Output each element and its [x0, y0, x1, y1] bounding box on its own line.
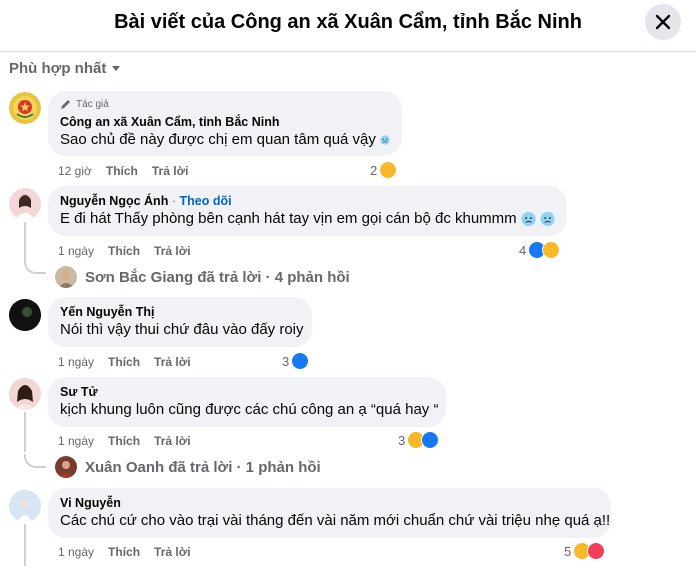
like-button[interactable]: Thích — [108, 244, 140, 258]
like-button[interactable]: Thích — [108, 434, 140, 448]
comment-actions: 1 ngày Thích Trả lời — [58, 545, 191, 559]
comment-text: kịch khung luôn cũng được các chú công a… — [60, 401, 439, 418]
reply-summary-text: Xuân Oanh đã trả lời · 1 phản hồi — [85, 458, 321, 476]
close-button[interactable] — [645, 4, 681, 40]
comment-actions: 12 giờ Thích Trả lời — [58, 164, 188, 178]
comment-bubble: Yến Nguyễn Thị Nói thì vậy thui chứ đâu … — [48, 297, 312, 347]
reply-button[interactable]: Trả lời — [154, 244, 191, 258]
thread-connector — [24, 454, 46, 468]
pencil-icon — [61, 100, 70, 109]
follow-button[interactable]: Theo dõi — [179, 194, 231, 208]
comment-text: E đi hát Thấy phòng bên cạnh hát tay vịn… — [60, 210, 517, 227]
cold-sweat-emoji-icon — [521, 211, 536, 227]
like-reaction-icon — [291, 352, 310, 370]
view-replies-link[interactable]: Xuân Oanh đã trả lời · 1 phản hồi — [55, 456, 321, 478]
profile-photo-icon — [15, 194, 35, 220]
author-badge-label: Tác giả — [76, 98, 109, 110]
comment-text: Nói thì vậy thui chứ đâu vào đấy roiy — [60, 321, 304, 338]
thread-line — [24, 524, 26, 566]
caret-down-icon — [112, 65, 121, 71]
comment-time[interactable]: 1 ngày — [58, 355, 94, 369]
thread-line — [24, 222, 26, 262]
comment-author-name[interactable]: Vi Nguyễn — [60, 496, 121, 510]
avatar[interactable] — [9, 92, 41, 124]
reply-button[interactable]: Trả lời — [152, 164, 189, 178]
reply-avatar — [55, 266, 77, 288]
like-reaction-icon — [421, 431, 440, 449]
like-button[interactable]: Thích — [108, 355, 140, 369]
cold-sweat-emoji-icon — [380, 135, 390, 145]
reaction-summary[interactable]: 2 — [370, 161, 398, 179]
reaction-count: 5 — [564, 543, 572, 559]
comment-time[interactable]: 1 ngày — [58, 545, 94, 559]
comment-actions: 1 ngày Thích Trả lời — [58, 355, 191, 369]
dialog-title: Bài viết của Công an xã Xuân Cẩm, tỉnh B… — [114, 11, 582, 33]
haha-reaction-icon — [379, 161, 398, 179]
sort-dropdown[interactable]: Phù hợp nhất — [9, 60, 121, 77]
like-button[interactable]: Thích — [108, 545, 140, 559]
reply-button[interactable]: Trả lời — [154, 434, 191, 448]
reaction-summary[interactable]: 4 — [519, 241, 561, 259]
cold-sweat-emoji-icon — [540, 211, 555, 227]
reaction-count: 2 — [370, 162, 378, 178]
reaction-count: 3 — [398, 432, 406, 448]
comment-text: Sao chủ đề này được chị em quan tâm quá … — [60, 131, 376, 148]
separator-dot: · — [171, 194, 176, 208]
thread-connector — [24, 260, 46, 274]
love-reaction-icon — [587, 542, 606, 560]
reaction-summary[interactable]: 5 — [564, 542, 606, 560]
comment-bubble: Tác giả Công an xã Xuân Cẩm, tỉnh Bắc Ni… — [48, 91, 402, 156]
comment-bubble: Vi Nguyễn Các chú cứ cho vào trại vài th… — [48, 488, 611, 538]
view-replies-link[interactable]: Sơn Bắc Giang đã trả lời · 4 phản hồi — [55, 266, 350, 288]
profile-photo-icon — [9, 299, 41, 331]
comment-time[interactable]: 1 ngày — [58, 244, 94, 258]
reply-summary-text: Sơn Bắc Giang đã trả lời · 4 phản hồi — [85, 268, 350, 286]
comment-author-name[interactable]: Công an xã Xuân Cẩm, tỉnh Bắc Ninh — [60, 115, 279, 129]
avatar[interactable] — [9, 188, 41, 220]
comment-bubble: Nguyễn Ngọc Ánh · Theo dõi E đi hát Thấy… — [48, 186, 567, 236]
haha-reaction-icon — [542, 241, 561, 259]
avatar[interactable] — [9, 490, 41, 522]
comment-author-name[interactable]: Sư Tử — [60, 385, 98, 399]
reply-button[interactable]: Trả lời — [154, 545, 191, 559]
comment-actions: 1 ngày Thích Trả lời — [58, 244, 191, 258]
thread-line — [24, 412, 26, 452]
reply-avatar — [55, 456, 77, 478]
reaction-count: 3 — [282, 353, 290, 369]
profile-photo-icon — [58, 271, 74, 288]
reaction-summary[interactable]: 3 — [282, 352, 310, 370]
profile-photo-icon — [15, 385, 35, 410]
comment-author-name[interactable]: Nguyễn Ngọc Ánh — [60, 194, 168, 208]
profile-photo-icon — [58, 461, 74, 478]
comment-time[interactable]: 12 giờ — [58, 164, 92, 178]
reaction-count: 4 — [519, 242, 527, 258]
police-emblem-icon — [9, 92, 41, 124]
comment-actions: 1 ngày Thích Trả lời — [58, 434, 191, 448]
dialog-header: Bài viết của Công an xã Xuân Cẩm, tỉnh B… — [0, 0, 696, 52]
comment-bubble: Sư Tử kịch khung luôn cũng được các chú … — [48, 377, 446, 427]
author-badge: Tác giả — [60, 98, 390, 110]
close-icon — [655, 14, 671, 30]
profile-photo-icon — [9, 490, 41, 522]
avatar[interactable] — [9, 378, 41, 410]
reaction-summary[interactable]: 3 — [398, 431, 440, 449]
comment-author-name[interactable]: Yến Nguyễn Thị — [60, 305, 154, 319]
comment-time[interactable]: 1 ngày — [58, 434, 94, 448]
comment-text: Các chú cứ cho vào trại vài tháng đến và… — [60, 512, 611, 529]
like-button[interactable]: Thích — [106, 164, 138, 178]
avatar[interactable] — [9, 299, 41, 331]
sort-label: Phù hợp nhất — [9, 60, 107, 77]
reply-button[interactable]: Trả lời — [154, 355, 191, 369]
